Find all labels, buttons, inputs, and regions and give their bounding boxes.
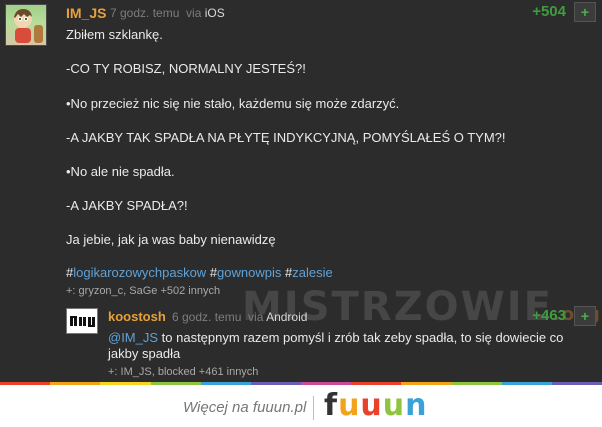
rainbow-segment	[200, 382, 251, 385]
author-name[interactable]: IM_JS	[66, 4, 106, 22]
entry-text-line-3: •No przecież nic się nie stało, każdemu …	[66, 96, 400, 111]
voters-list[interactable]: +: gryzon_c, SaGe +502 innych	[66, 284, 220, 298]
rainbow-segment	[401, 382, 452, 385]
logo-letter: u	[360, 388, 383, 423]
rainbow-segment	[351, 382, 402, 385]
post-via: via	[186, 6, 202, 20]
rainbow-segment	[150, 382, 201, 385]
entry-panel: IM_JS 7 godz. temu via iOS +504 + Zbiłem…	[0, 0, 602, 382]
logo-letter: u	[338, 388, 361, 423]
reply-upvote-button[interactable]: +	[574, 306, 596, 326]
avatar-logo-icon	[67, 309, 97, 333]
logo-letter: f	[324, 388, 339, 423]
reply-text-line-1: @IM_JS to następnym razem pomyśl i zrób …	[108, 330, 563, 346]
entry-text-line-1: Zbiłem szklankę.	[66, 27, 163, 42]
reply-avatar[interactable]	[66, 308, 98, 334]
rainbow-segment	[0, 382, 51, 385]
tag-list: #logikarozowychpaskow #gownowpis #zalesi…	[66, 265, 333, 281]
post-meta: 7 godz. temu via iOS	[110, 5, 225, 21]
entry-text-line-4: -A JAKBY TAK SPADŁA NA PŁYTĘ INDYKCYJNĄ,…	[66, 130, 506, 145]
reply-via: via	[248, 310, 264, 324]
rainbow-divider	[0, 382, 602, 385]
reply-author-name[interactable]: koostosh	[108, 308, 166, 325]
footer-divider	[313, 396, 314, 420]
rainbow-segment	[501, 382, 552, 385]
reply-time[interactable]: 6 godz. temu	[172, 310, 241, 324]
author-avatar[interactable]	[5, 4, 47, 46]
logo-letter: n	[405, 388, 428, 423]
post-platform: iOS	[204, 6, 225, 20]
rainbow-segment	[50, 382, 101, 385]
reply-text-line-2: jakby spadła	[108, 346, 181, 361]
upvote-button[interactable]: +	[574, 2, 596, 22]
entry-text-line-2: -CO TY ROBISZ, NORMALNY JESTEŚ?!	[66, 61, 306, 76]
entry-text-line-7: Ja jebie, jak ja was baby nienawidzę	[66, 232, 276, 247]
vote-count: +504	[532, 3, 566, 20]
reply-platform: Android	[266, 310, 308, 324]
tag-link[interactable]: gownowpis	[217, 265, 281, 280]
rainbow-segment	[250, 382, 302, 385]
rainbow-segment	[301, 382, 352, 385]
reply-vote-count: +463	[532, 307, 566, 324]
logo-letter: u	[382, 388, 406, 423]
reply-meta: 6 godz. temu via Android	[172, 309, 307, 325]
reply-voters-list[interactable]: +: IM_JS, blocked +461 innych	[108, 365, 258, 379]
footer-link[interactable]: Więcej na fuuun.pl	[183, 398, 306, 418]
rainbow-segment	[451, 382, 502, 385]
avatar-cartoon-icon	[14, 9, 43, 43]
entry-text-line-6: -A JAKBY SPADŁA?!	[66, 198, 188, 213]
rainbow-segment	[551, 382, 602, 385]
reply-text: to następnym razem pomyśl i zrób tak zeb…	[158, 330, 564, 345]
fuuun-logo[interactable]: fuuun	[324, 389, 428, 423]
entry-text-line-5: •No ale nie spadła.	[66, 164, 175, 179]
reply-mention[interactable]: @IM_JS	[108, 330, 158, 345]
tag-link[interactable]: logikarozowychpaskow	[73, 265, 206, 280]
tag-link[interactable]: zalesie	[292, 265, 332, 280]
post-time[interactable]: 7 godz. temu	[110, 6, 179, 20]
rainbow-segment	[100, 382, 151, 385]
tag-hash: #	[209, 265, 218, 280]
